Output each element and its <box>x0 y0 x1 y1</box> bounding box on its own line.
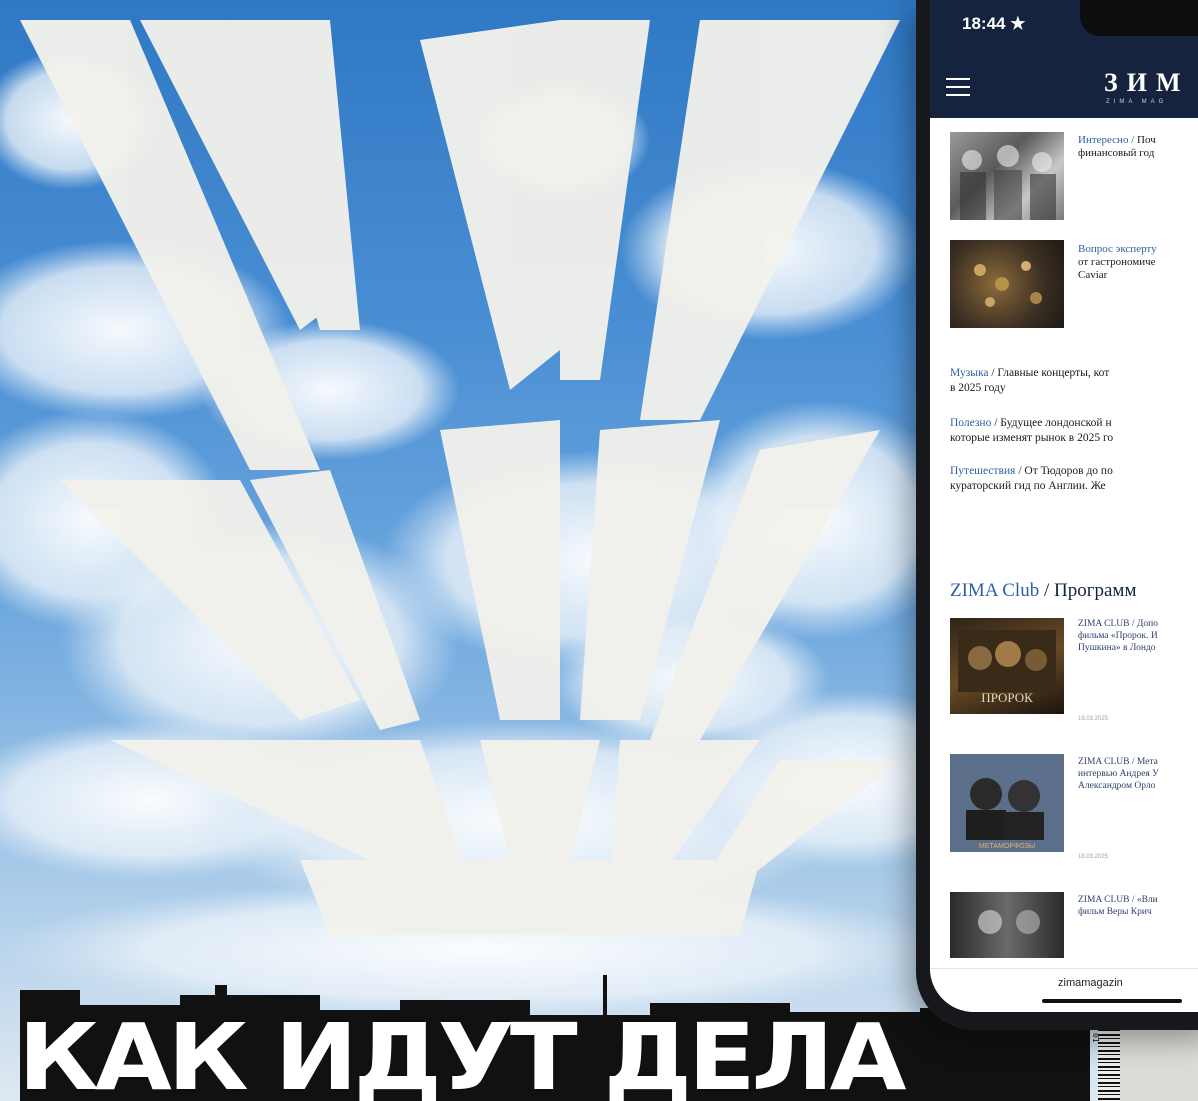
article-link[interactable]: Вопрос эксперту от гастрономиче Caviar <box>1078 243 1198 282</box>
news-title: / От Тюдоров до по <box>1015 465 1113 477</box>
news-title: / Будущее лондонской н <box>991 417 1112 429</box>
site-logo-subtitle: ZIMA MAG <box>1106 99 1168 105</box>
club-event-title-line3: Александром Орло <box>1078 781 1156 791</box>
barcode <box>1098 1018 1120 1101</box>
club-event-title: ZIMA CLUB / Допо <box>1078 619 1158 629</box>
club-event-link[interactable]: ZIMA CLUB / «Вли фильм Веры Крич <box>1078 894 1198 918</box>
club-event-poster[interactable] <box>950 892 1064 958</box>
news-link-music[interactable]: Музыка / Главные концерты, кот в 2025 го… <box>950 366 1198 396</box>
article-title-line3: Caviar <box>1078 269 1108 281</box>
hamburger-menu-icon[interactable] <box>946 78 970 98</box>
club-event-title-line2: фильм Веры Крич <box>1078 907 1152 917</box>
news-link-travel[interactable]: Путешествия / От Тюдоров до по кураторск… <box>950 464 1198 494</box>
news-title-line2: кураторский гид по Англии. Же <box>950 480 1106 492</box>
article-thumbnail[interactable] <box>950 132 1064 220</box>
browser-url: zimamagazin <box>1058 977 1123 989</box>
article-link[interactable]: Интересно / Поч финансовый год <box>1078 134 1198 160</box>
article-title-line2: от гастрономиче <box>1078 256 1156 268</box>
status-bar: 18:44 ★ <box>930 0 1198 62</box>
article-category: Интересно / <box>1078 134 1138 146</box>
phone-screen: 18:44 ★ ЗИМ ZIMA MAG Интересно / Поч фин… <box>930 0 1198 1012</box>
status-time: 18:44 ★ <box>962 14 1026 33</box>
article-title: Поч <box>1137 134 1156 146</box>
club-event-title: ZIMA CLUB / Мета <box>1078 757 1158 767</box>
club-event-poster[interactable]: ПРОРОК <box>950 618 1064 714</box>
club-heading-brand: ZIMA Club <box>950 580 1040 601</box>
news-title: / Главные концерты, кот <box>988 367 1110 379</box>
phone-device: 18:44 ★ ЗИМ ZIMA MAG Интересно / Поч фин… <box>916 0 1198 1030</box>
club-event-link[interactable]: ZIMA CLUB / Мета интервью Андрея У Алекс… <box>1078 756 1198 792</box>
article-thumbnail[interactable] <box>950 240 1064 328</box>
club-event-poster[interactable]: МЕТАМОРФОЗЫ <box>950 754 1064 852</box>
club-event-title-line2: интервью Андрея У <box>1078 769 1159 779</box>
club-event-date: 19.03.2025 <box>1078 716 1109 722</box>
home-indicator[interactable] <box>1042 999 1182 1003</box>
news-category: Путешествия <box>950 465 1016 477</box>
club-section-heading: ZIMA Club / Программ <box>950 580 1198 602</box>
news-link-useful[interactable]: Полезно / Будущее лондонской н которые и… <box>950 416 1198 446</box>
club-event-title: ZIMA CLUB / «Вли <box>1078 895 1158 905</box>
issue-number: 01 <box>1091 1033 1100 1043</box>
club-poster-label: МЕТАМОРФОЗЫ <box>979 843 1035 850</box>
news-category: Музыка <box>950 367 989 379</box>
club-event-date: 18.03.2025 <box>1078 854 1109 860</box>
news-category: Полезно <box>950 417 992 429</box>
club-event-title-line2: фильма «Пророк. И <box>1078 631 1158 641</box>
article-title-line2: финансовый год <box>1078 147 1155 159</box>
news-title-line2: в 2025 году <box>950 382 1006 394</box>
phone-notch <box>1080 0 1198 36</box>
browser-url-bar[interactable]: zimamagazin <box>930 968 1198 1012</box>
article-category: Вопрос эксперту <box>1078 243 1157 255</box>
club-poster-label: ПРОРОК <box>981 690 1033 705</box>
club-heading-rest: / Программ <box>1039 580 1137 601</box>
club-event-link[interactable]: ZIMA CLUB / Допо фильма «Пророк. И Пушки… <box>1078 618 1198 654</box>
site-logo[interactable]: ЗИМ <box>1104 68 1190 98</box>
site-header: ЗИМ ZIMA MAG <box>930 62 1198 118</box>
news-title-line2: которые изменят рынок в 2025 го <box>950 432 1114 444</box>
club-event-title-line3: Пушкина» в Лондо <box>1078 643 1156 653</box>
